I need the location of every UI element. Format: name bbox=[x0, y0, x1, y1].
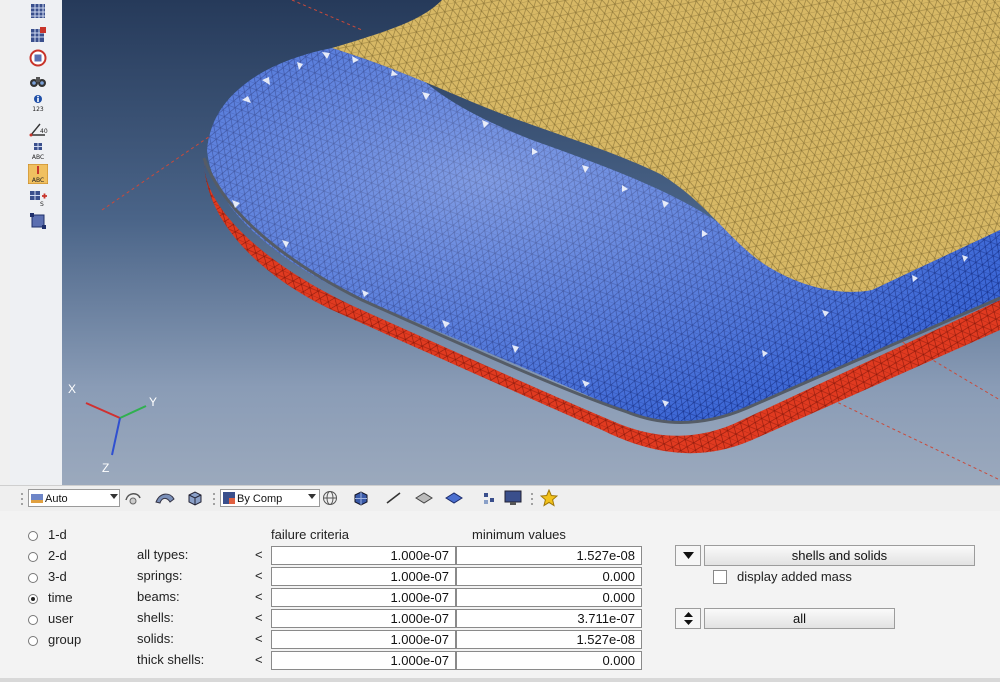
display-mode-value: Auto bbox=[45, 493, 68, 505]
svg-text:ABC: ABC bbox=[32, 154, 44, 161]
failure-value-all-types[interactable]: 1.000e-07 bbox=[271, 546, 456, 565]
graphics-viewport[interactable]: X Y Z bbox=[62, 0, 1000, 485]
triangle-down-icon bbox=[683, 552, 694, 559]
minimum-value-thick-shells: 0.000 bbox=[456, 651, 642, 670]
visualization-toolbar: Auto By Comp bbox=[0, 485, 1000, 513]
toolbar-grip-icon-2 bbox=[213, 493, 215, 505]
mesh-grid-icon[interactable] bbox=[28, 2, 48, 22]
palette-icon bbox=[31, 494, 43, 503]
row-operator[interactable]: < bbox=[255, 652, 263, 667]
binoculars-icon[interactable] bbox=[28, 71, 48, 91]
selection-button[interactable]: all bbox=[704, 608, 895, 629]
label-elements-icon[interactable]: ABC bbox=[28, 141, 48, 161]
element-type-button[interactable]: shells and solids bbox=[704, 545, 975, 566]
chevron-down-icon[interactable] bbox=[308, 494, 316, 499]
radio-3d[interactable]: 3-d bbox=[28, 569, 67, 584]
up-down-arrows-icon bbox=[684, 612, 693, 625]
chevron-down-icon[interactable] bbox=[110, 494, 118, 499]
radio-indicator bbox=[28, 572, 38, 583]
label-nodes-icon[interactable]: ABC bbox=[28, 164, 48, 184]
row-operator[interactable]: < bbox=[255, 610, 263, 625]
status-strip bbox=[0, 678, 1000, 682]
mesh-model-view: X Y Z bbox=[68, 0, 1000, 481]
minimum-value-beams: 0.000 bbox=[456, 588, 642, 607]
row-label-all-types: all types: bbox=[137, 547, 189, 562]
selection-toggle[interactable] bbox=[675, 608, 701, 629]
axis-z-label: Z bbox=[102, 461, 109, 475]
axis-x-label: X bbox=[68, 382, 76, 396]
surface-shape-icon[interactable] bbox=[154, 490, 176, 506]
radio-indicator-selected bbox=[28, 593, 38, 604]
element-type-toggle[interactable] bbox=[675, 545, 701, 566]
element-cube-icon[interactable] bbox=[352, 490, 370, 506]
minimum-value-solids: 1.527e-08 bbox=[456, 630, 642, 649]
wireframe-sphere-icon[interactable] bbox=[322, 490, 340, 506]
minimum-value-all-types: 1.527e-08 bbox=[456, 546, 642, 565]
add-mass-icon[interactable]: S bbox=[28, 187, 48, 207]
row-operator[interactable]: < bbox=[255, 568, 263, 583]
display-added-mass-label: display added mass bbox=[737, 569, 852, 584]
row-operator[interactable]: < bbox=[255, 547, 263, 562]
color-mode-dropdown[interactable]: By Comp bbox=[220, 489, 320, 507]
minimum-values-header: minimum values bbox=[472, 527, 566, 542]
display-added-mass-checkbox[interactable] bbox=[713, 570, 727, 584]
radio-group[interactable]: group bbox=[28, 632, 81, 647]
toolbar-grip-icon-3 bbox=[531, 493, 533, 505]
svg-text:123: 123 bbox=[32, 106, 44, 113]
check-elements-icon[interactable] bbox=[28, 48, 48, 68]
radio-user[interactable]: user bbox=[28, 611, 73, 626]
svg-text:S: S bbox=[40, 201, 44, 207]
axis-y-label: Y bbox=[149, 395, 157, 409]
radio-indicator bbox=[28, 551, 38, 562]
nodes-icon[interactable] bbox=[482, 490, 498, 506]
row-operator[interactable]: < bbox=[255, 589, 263, 604]
svg-text:ABC: ABC bbox=[32, 177, 44, 184]
svg-text:40°: 40° bbox=[40, 128, 48, 135]
row-label-thick-shells: thick shells: bbox=[137, 652, 205, 667]
info-count-icon[interactable]: 123 bbox=[28, 93, 48, 113]
shading-icon[interactable] bbox=[124, 490, 142, 506]
failure-value-shells[interactable]: 1.000e-07 bbox=[271, 609, 456, 628]
minimum-value-springs: 0.000 bbox=[456, 567, 642, 586]
row-label-beams: beams: bbox=[137, 589, 180, 604]
line-tool-icon[interactable] bbox=[384, 490, 404, 506]
failure-criteria-header: failure criteria bbox=[271, 527, 350, 542]
minimum-value-shells: 3.711e-07 bbox=[456, 609, 642, 628]
row-label-solids: solids: bbox=[137, 631, 174, 646]
monitor-icon[interactable] bbox=[504, 490, 522, 506]
radio-indicator bbox=[28, 614, 38, 625]
angle-measure-icon[interactable]: 40° bbox=[28, 118, 48, 138]
radio-time[interactable]: time bbox=[28, 590, 73, 605]
solid-cube-icon[interactable] bbox=[186, 490, 204, 506]
tool-icon-bar: 123 40° ABC ABC S bbox=[10, 0, 63, 485]
radio-2d[interactable]: 2-d bbox=[28, 548, 67, 563]
failure-value-thick-shells[interactable]: 1.000e-07 bbox=[271, 651, 456, 670]
mesh-edit-icon[interactable] bbox=[28, 25, 48, 45]
failure-value-beams[interactable]: 1.000e-07 bbox=[271, 588, 456, 607]
failure-value-springs[interactable]: 1.000e-07 bbox=[271, 567, 456, 586]
component-color-icon bbox=[223, 492, 235, 504]
axis-triad: X Y Z bbox=[68, 382, 157, 475]
display-mode-dropdown[interactable]: Auto bbox=[28, 489, 120, 507]
radio-1d[interactable]: 1-d bbox=[28, 527, 67, 542]
favorite-star-icon[interactable] bbox=[540, 489, 558, 507]
row-label-shells: shells: bbox=[137, 610, 174, 625]
row-label-springs: springs: bbox=[137, 568, 183, 583]
element-frame-icon[interactable] bbox=[28, 211, 48, 231]
radio-indicator bbox=[28, 530, 38, 541]
shell-display-icon[interactable] bbox=[444, 490, 466, 506]
element-check-panel: 1-d 2-d 3-d time user group failure crit… bbox=[0, 511, 1000, 682]
row-operator[interactable]: < bbox=[255, 631, 263, 646]
failure-value-solids[interactable]: 1.000e-07 bbox=[271, 630, 456, 649]
radio-indicator bbox=[28, 635, 38, 646]
color-mode-value: By Comp bbox=[237, 493, 283, 505]
plane-icon[interactable] bbox=[414, 490, 434, 506]
toolbar-grip-icon bbox=[21, 493, 23, 505]
